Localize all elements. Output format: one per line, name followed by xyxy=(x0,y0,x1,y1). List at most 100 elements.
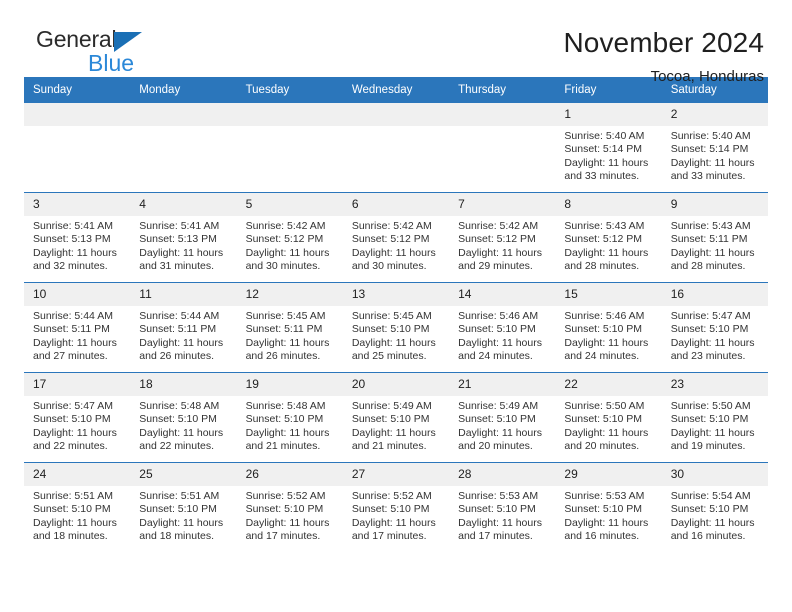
day-number: 11 xyxy=(130,283,237,306)
daylight-duration-line1: Daylight: 11 hours xyxy=(245,246,330,259)
calendar-day-cell[interactable]: 25 Sunrise: 5:51 AM Sunset: 5:10 PM Dayligh… xyxy=(130,462,237,552)
day-details: Sunrise: 5:42 AM Sunset: 5:12 PM Daylight:… xyxy=(237,216,343,274)
daylight-duration-line2: and 22 minutes. xyxy=(139,440,214,453)
calendar-day-cell[interactable]: 8 Sunrise: 5:43 AM Sunset: 5:12 PM Daylight… xyxy=(555,192,662,283)
day-details: Sunrise: 5:47 AM Sunset: 5:10 PM Daylight:… xyxy=(662,306,768,364)
calendar-day-cell[interactable]: 2 Sunrise: 5:40 AM Sunset: 5:14 PM Daylight… xyxy=(661,103,768,193)
calendar-day-cell[interactable]: 5 Sunrise: 5:42 AM Sunset: 5:12 PM Daylight… xyxy=(236,192,343,283)
sunset-time: Sunset: 5:10 PM xyxy=(670,413,749,426)
day-details: Sunrise: 5:48 AM Sunset: 5:10 PM Daylight:… xyxy=(130,396,236,454)
calendar-day-cell[interactable]: 11 Sunrise: 5:44 AM Sunset: 5:11 PM Dayligh… xyxy=(130,282,237,373)
sunrise-time: Sunrise: 5:48 AM xyxy=(139,400,220,412)
calendar-day-cell[interactable]: 7 Sunrise: 5:42 AM Sunset: 5:12 PM Daylight… xyxy=(449,192,556,283)
sunrise-time: Sunrise: 5:49 AM xyxy=(458,400,539,412)
calendar-day-cell[interactable]: 20 Sunrise: 5:49 AM Sunset: 5:10 PM Dayligh… xyxy=(342,372,450,463)
logo-triangle-icon xyxy=(114,32,142,52)
calendar-day-cell[interactable]: 18 Sunrise: 5:48 AM Sunset: 5:10 PM Dayligh… xyxy=(130,372,237,463)
calendar-day-cell[interactable]: 15 Sunrise: 5:46 AM Sunset: 5:10 PM Dayligh… xyxy=(555,282,662,373)
logo-text-blue: Blue xyxy=(88,50,135,76)
day-details: Sunrise: 5:43 AM Sunset: 5:12 PM Daylight:… xyxy=(555,216,661,274)
daylight-duration-line2: and 28 minutes. xyxy=(564,260,640,273)
daylight-duration-line2: and 26 minutes. xyxy=(245,350,321,363)
sunrise-time: Sunrise: 5:51 AM xyxy=(33,490,113,502)
sunrise-time: Sunrise: 5:40 AM xyxy=(564,130,645,142)
sunrise-time: Sunrise: 5:50 AM xyxy=(564,400,645,412)
day-details: Sunrise: 5:45 AM Sunset: 5:11 PM Daylight:… xyxy=(237,306,343,364)
daylight-duration-line2: and 31 minutes. xyxy=(139,260,214,273)
day-number: 17 xyxy=(24,373,131,396)
calendar-day-cell[interactable]: 22 Sunrise: 5:50 AM Sunset: 5:10 PM Dayligh… xyxy=(555,372,662,463)
calendar-day-cell[interactable]: 26 Sunrise: 5:52 AM Sunset: 5:10 PM Dayligh… xyxy=(236,462,343,552)
daylight-duration-line1: Daylight: 11 hours xyxy=(670,156,755,169)
sunset-time: Sunset: 5:10 PM xyxy=(564,413,643,426)
calendar-week-row: 3 Sunrise: 5:41 AM Sunset: 5:13 PM Daylight… xyxy=(24,192,768,283)
day-number: 12 xyxy=(236,283,343,306)
weekday-header-monday: Monday xyxy=(130,77,237,103)
sunrise-time: Sunrise: 5:54 AM xyxy=(670,490,751,502)
day-details: Sunrise: 5:46 AM Sunset: 5:10 PM Daylight:… xyxy=(555,306,661,364)
sunset-time: Sunset: 5:10 PM xyxy=(245,413,324,426)
daylight-duration-line2: and 20 minutes. xyxy=(458,440,533,453)
calendar-day-cell[interactable]: 1 Sunrise: 5:40 AM Sunset: 5:14 PM Daylight… xyxy=(555,103,662,193)
daylight-duration-line1: Daylight: 11 hours xyxy=(33,426,117,439)
daylight-duration-line1: Daylight: 11 hours xyxy=(670,336,755,349)
calendar-day-cell[interactable]: 6 Sunrise: 5:42 AM Sunset: 5:12 PM Daylight… xyxy=(342,192,450,283)
calendar-day-cell[interactable]: 16 Sunrise: 5:47 AM Sunset: 5:10 PM Dayligh… xyxy=(661,282,768,373)
sunset-time: Sunset: 5:10 PM xyxy=(351,323,430,336)
calendar-day-cell[interactable]: 10 Sunrise: 5:44 AM Sunset: 5:11 PM Dayligh… xyxy=(24,282,131,373)
daylight-duration-line1: Daylight: 11 hours xyxy=(351,246,436,259)
day-number: 27 xyxy=(342,463,450,486)
calendar-day-cell[interactable]: 29 Sunrise: 5:53 AM Sunset: 5:10 PM Dayligh… xyxy=(555,462,662,552)
day-details: Sunrise: 5:52 AM Sunset: 5:10 PM Daylight:… xyxy=(343,486,449,544)
day-details: Sunrise: 5:48 AM Sunset: 5:10 PM Daylight:… xyxy=(237,396,343,454)
calendar-day-cell[interactable]: 17 Sunrise: 5:47 AM Sunset: 5:10 PM Dayligh… xyxy=(24,372,131,463)
calendar-day-cell[interactable]: 4 Sunrise: 5:41 AM Sunset: 5:13 PM Daylight… xyxy=(130,192,237,283)
calendar-day-cell[interactable]: 9 Sunrise: 5:43 AM Sunset: 5:11 PM Daylight… xyxy=(661,192,768,283)
calendar-day-cell[interactable]: 14 Sunrise: 5:46 AM Sunset: 5:10 PM Dayligh… xyxy=(449,282,556,373)
day-details: Sunrise: 5:45 AM Sunset: 5:10 PM Daylight:… xyxy=(343,306,449,364)
calendar-day-cell[interactable]: 19 Sunrise: 5:48 AM Sunset: 5:10 PM Dayligh… xyxy=(236,372,343,463)
calendar-day-cell[interactable]: 23 Sunrise: 5:50 AM Sunset: 5:10 PM Dayligh… xyxy=(661,372,768,463)
sunset-time: Sunset: 5:14 PM xyxy=(670,143,749,156)
calendar-day-cell[interactable]: 3 Sunrise: 5:41 AM Sunset: 5:13 PM Daylight… xyxy=(24,192,131,283)
daylight-duration-line2: and 28 minutes. xyxy=(670,260,746,273)
sunrise-time: Sunrise: 5:48 AM xyxy=(245,400,326,412)
daylight-duration-line2: and 18 minutes. xyxy=(33,530,108,543)
calendar-day-cell[interactable]: 21 Sunrise: 5:49 AM Sunset: 5:10 PM Dayligh… xyxy=(449,372,556,463)
calendar-day-cell[interactable]: 13 Sunrise: 5:45 AM Sunset: 5:10 PM Dayligh… xyxy=(342,282,450,373)
calendar-week-row: 1 Sunrise: 5:40 AM Sunset: 5:14 PM Daylight… xyxy=(24,103,768,193)
calendar-week-row: 24 Sunrise: 5:51 AM Sunset: 5:10 PM Dayligh… xyxy=(24,462,768,552)
sunset-time: Sunset: 5:10 PM xyxy=(564,503,643,516)
sunrise-time: Sunrise: 5:52 AM xyxy=(245,490,326,502)
sunrise-time: Sunrise: 5:46 AM xyxy=(458,310,539,322)
day-number: 6 xyxy=(342,193,450,216)
daylight-duration-line1: Daylight: 11 hours xyxy=(564,156,649,169)
calendar-day-cell[interactable]: 24 Sunrise: 5:51 AM Sunset: 5:10 PM Dayligh… xyxy=(24,462,131,552)
daylight-duration-line1: Daylight: 11 hours xyxy=(139,516,224,529)
calendar-day-cell[interactable]: 27 Sunrise: 5:52 AM Sunset: 5:10 PM Dayligh… xyxy=(342,462,450,552)
daylight-duration-line2: and 22 minutes. xyxy=(33,440,108,453)
weekday-header-wednesday: Wednesday xyxy=(342,77,450,103)
day-details: Sunrise: 5:46 AM Sunset: 5:10 PM Daylight:… xyxy=(449,306,555,364)
daylight-duration-line2: and 30 minutes. xyxy=(351,260,427,273)
general-blue-logo[interactable]: General Blue xyxy=(24,26,174,78)
day-number: 9 xyxy=(661,193,768,216)
day-details: Sunrise: 5:50 AM Sunset: 5:10 PM Daylight:… xyxy=(555,396,661,454)
daylight-duration-line2: and 33 minutes. xyxy=(670,170,746,183)
calendar-day-cell[interactable]: 12 Sunrise: 5:45 AM Sunset: 5:11 PM Dayligh… xyxy=(236,282,343,373)
calendar-day-cell[interactable]: 28 Sunrise: 5:53 AM Sunset: 5:10 PM Dayligh… xyxy=(449,462,556,552)
calendar-day-cell[interactable]: 30 Sunrise: 5:54 AM Sunset: 5:10 PM Dayligh… xyxy=(661,462,768,552)
daylight-duration-line1: Daylight: 11 hours xyxy=(564,336,649,349)
day-number: 5 xyxy=(236,193,343,216)
sunset-time: Sunset: 5:10 PM xyxy=(670,323,749,336)
calendar-day-cell-empty xyxy=(449,103,556,193)
sunset-time: Sunset: 5:11 PM xyxy=(139,323,217,336)
day-details: Sunrise: 5:42 AM Sunset: 5:12 PM Daylight:… xyxy=(343,216,449,274)
sunset-time: Sunset: 5:10 PM xyxy=(564,323,643,336)
sunrise-time: Sunrise: 5:43 AM xyxy=(670,220,751,232)
day-details: Sunrise: 5:49 AM Sunset: 5:10 PM Daylight:… xyxy=(449,396,555,454)
day-number: 22 xyxy=(555,373,662,396)
daylight-duration-line2: and 21 minutes. xyxy=(245,440,321,453)
day-number: 20 xyxy=(342,373,450,396)
sunrise-time: Sunrise: 5:47 AM xyxy=(33,400,113,412)
